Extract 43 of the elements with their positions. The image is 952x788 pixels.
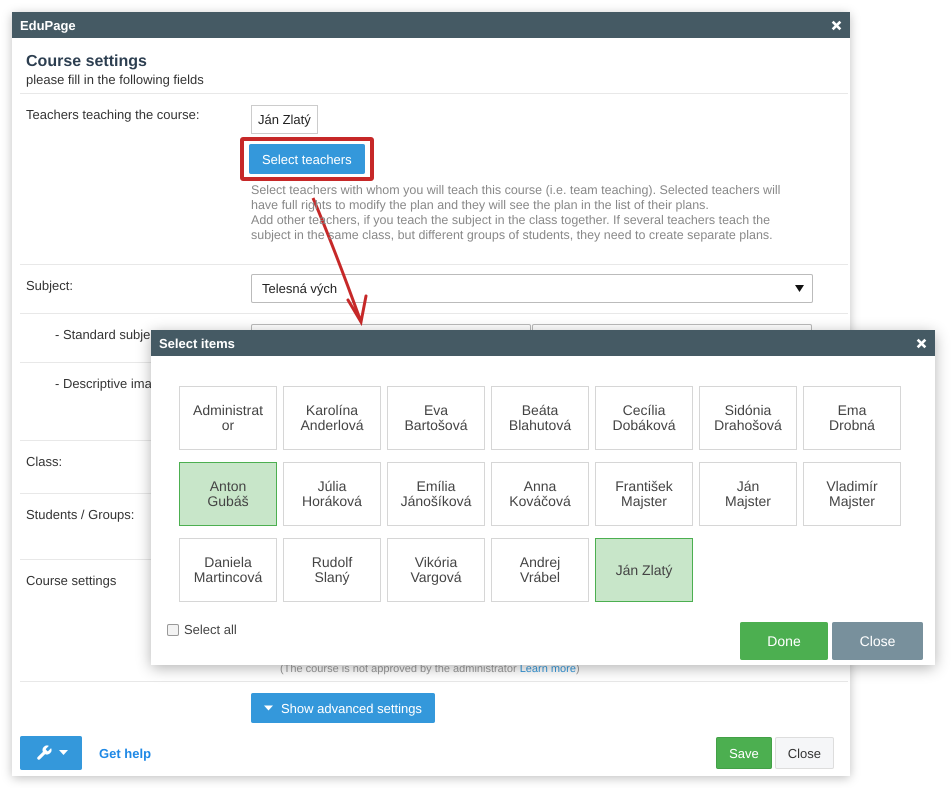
- teacher-tile[interactable]: Anna Kováčová: [491, 462, 589, 526]
- wrench-icon: [34, 744, 52, 762]
- teacher-chip: Ján Zlatý: [251, 105, 318, 134]
- get-help-link[interactable]: Get help: [99, 746, 152, 760]
- teacher-tile[interactable]: Vikória Vargová: [387, 538, 485, 602]
- teacher-tile[interactable]: Ján Zlatý: [595, 538, 693, 602]
- dialog-subheading: please fill in the following fields: [26, 72, 205, 87]
- teacher-tile[interactable]: Emília Jánošíková: [387, 462, 485, 526]
- teacher-tile[interactable]: Vladimír Majster: [803, 462, 901, 526]
- field-label: Course settings: [26, 572, 116, 588]
- dialog-title: EduPage: [20, 18, 76, 32]
- teacher-tile[interactable]: Karolína Anderlová: [283, 386, 381, 450]
- field-label: Subject:: [26, 277, 73, 293]
- checkbox[interactable]: [167, 624, 179, 636]
- field-label: - Descriptive ima: [55, 375, 152, 391]
- subject-select[interactable]: Telesná vých: [251, 274, 813, 303]
- teacher-tile[interactable]: Anton Gubáš: [179, 462, 277, 526]
- select-all-label[interactable]: Select all: [184, 622, 237, 637]
- field-label: - Standard subje: [55, 326, 150, 342]
- teacher-tile[interactable]: Júlia Horáková: [283, 462, 381, 526]
- tools-button[interactable]: [20, 736, 82, 770]
- field-label: Students / Groups:: [26, 506, 134, 522]
- teacher-tile[interactable]: Administrator: [179, 386, 277, 450]
- close-icon[interactable]: [916, 338, 927, 348]
- teacher-tile[interactable]: Rudolf Slaný: [283, 538, 381, 602]
- close-icon[interactable]: [831, 20, 842, 30]
- close-button[interactable]: Close: [774, 737, 834, 769]
- teacher-tile[interactable]: Andrej Vrábel: [491, 538, 589, 602]
- dialog-title: Select items: [159, 336, 235, 350]
- caret-icon: [264, 704, 273, 712]
- teacher-tile[interactable]: František Majster: [595, 462, 693, 526]
- field-label: Class:: [26, 453, 62, 469]
- field-label: Teachers teaching the course:: [26, 106, 200, 122]
- caret-icon: [795, 285, 804, 292]
- teacher-tile[interactable]: Eva Bartošová: [387, 386, 485, 450]
- teacher-tile[interactable]: Beáta Blahutová: [491, 386, 589, 450]
- teacher-tile[interactable]: Ema Drobná: [803, 386, 901, 450]
- teacher-tile[interactable]: Sidónia Drahošová: [699, 386, 797, 450]
- teacher-tile[interactable]: Daniela Martincová: [179, 538, 277, 602]
- caret-icon: [58, 750, 68, 756]
- teacher-tile[interactable]: Cecília Dobáková: [595, 386, 693, 450]
- dialog-heading: Course settings: [26, 52, 148, 72]
- teacher-tile[interactable]: Ján Majster: [699, 462, 797, 526]
